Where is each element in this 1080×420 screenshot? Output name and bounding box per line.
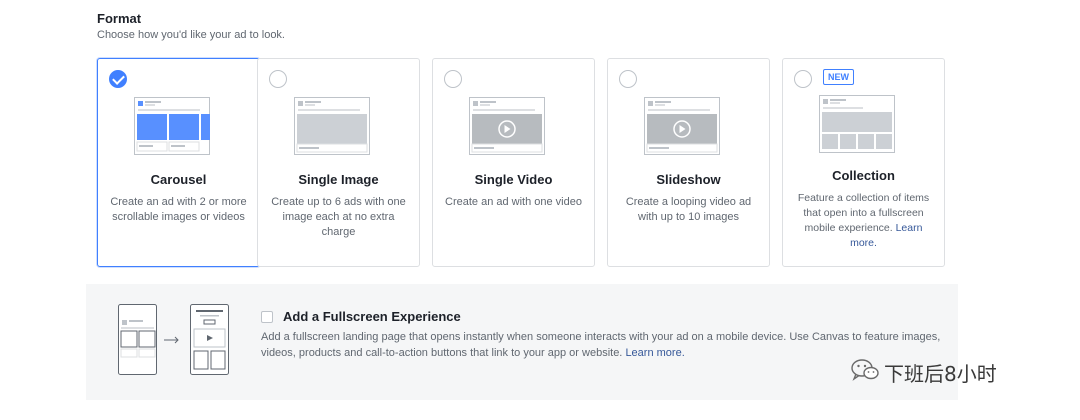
radio-unchecked-icon[interactable] [619, 70, 637, 88]
watermark: 下班后8小时 [850, 358, 997, 386]
radio-unchecked-icon[interactable] [444, 70, 462, 88]
card-description: Create up to 6 ads with one image each a… [271, 196, 406, 238]
format-title: Format [97, 11, 142, 26]
format-card-collection[interactable]: NEW Collection Feature a collection of i… [782, 58, 945, 267]
format-card-single-video[interactable]: Single Video Create an ad with one video [432, 58, 595, 267]
wechat-icon [850, 357, 884, 388]
single-image-thumbnail [294, 97, 370, 155]
learn-more-link[interactable]: Learn more. [625, 347, 684, 359]
fullscreen-description-text: Add a fullscreen landing page that opens… [261, 331, 941, 359]
format-card-single-image[interactable]: Single Image Create up to 6 ads with one… [257, 58, 420, 267]
fullscreen-experience-panel: Add a Fullscreen Experience Add a fullsc… [86, 284, 958, 400]
radio-checked-icon[interactable] [109, 70, 127, 88]
card-description: Create an ad with one video [445, 196, 582, 208]
card-title: Single Video [474, 172, 553, 187]
card-description: Create a looping video ad with up to 10 … [625, 196, 752, 223]
card-title: Slideshow [656, 172, 721, 187]
card-description: Create an ad with 2 or more scrollable i… [110, 196, 247, 223]
slideshow-thumbnail [644, 97, 720, 155]
collection-thumbnail [819, 95, 895, 153]
card-title: Single Image [298, 172, 379, 187]
fullscreen-experience-title: Add a Fullscreen Experience [283, 309, 461, 324]
card-description: Feature a collection of items that open … [793, 191, 934, 251]
watermark-text: 下班后8小时 [884, 361, 997, 386]
format-card-slideshow[interactable]: Slideshow Create a looping video ad with… [607, 58, 770, 267]
new-badge: NEW [823, 69, 854, 85]
fullscreen-illustration [118, 304, 230, 376]
radio-unchecked-icon[interactable] [269, 70, 287, 88]
format-subtitle: Choose how you'd like your ad to look. [97, 29, 285, 41]
radio-unchecked-icon[interactable] [794, 70, 812, 88]
single-video-thumbnail [469, 97, 545, 155]
fullscreen-experience-description: Add a fullscreen landing page that opens… [261, 329, 951, 361]
carousel-thumbnail [134, 97, 210, 155]
format-card-carousel[interactable]: Carousel Create an ad with 2 or more scr… [97, 58, 260, 267]
card-title: Carousel [150, 172, 207, 187]
fullscreen-experience-checkbox[interactable] [261, 311, 273, 323]
card-title: Collection [832, 168, 895, 183]
